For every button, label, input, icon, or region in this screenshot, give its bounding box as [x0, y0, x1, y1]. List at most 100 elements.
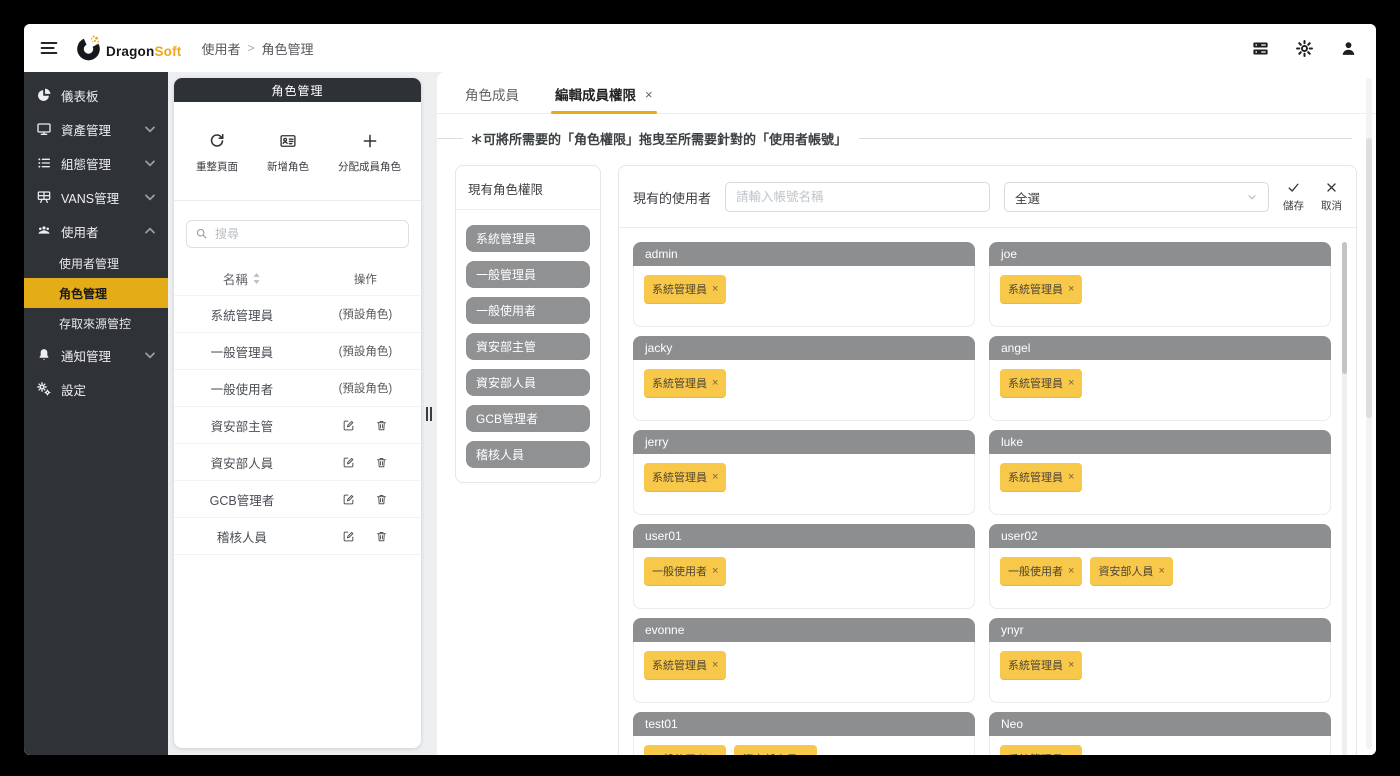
instruction-text: ＊可將所需要的「角色權限」拖曳至所需要針對的「使用者帳號」	[470, 129, 847, 148]
role-tag[interactable]: 系統管理員×	[644, 463, 726, 491]
delete-role-button[interactable]	[375, 419, 388, 432]
tab-role-members[interactable]: 角色成員	[465, 84, 519, 113]
remove-tag-icon[interactable]: ×	[802, 753, 808, 755]
role-chip[interactable]: 資安部人員	[466, 369, 590, 396]
chevron-down-icon	[142, 189, 158, 205]
edit-role-button[interactable]	[342, 456, 355, 469]
user-card-tags: 系統管理員×	[989, 454, 1331, 515]
delete-role-button[interactable]	[375, 493, 388, 506]
gear-icon[interactable]	[1295, 39, 1314, 58]
role-tag[interactable]: 一般使用者×	[1000, 557, 1082, 585]
role-name: GCB管理者	[174, 490, 310, 509]
panel-splitter[interactable]	[421, 72, 437, 755]
user-card: ynyr 系統管理員×	[989, 618, 1331, 703]
remove-tag-icon[interactable]: ×	[1068, 471, 1074, 483]
sidebar-item-dashboard[interactable]: 儀表板	[24, 78, 168, 112]
remove-tag-icon[interactable]: ×	[1068, 753, 1074, 755]
server-stack-icon[interactable]	[1251, 39, 1270, 58]
role-tag[interactable]: 系統管理員×	[644, 275, 726, 303]
remove-tag-icon[interactable]: ×	[712, 377, 718, 389]
panel-scrollbar-thumb[interactable]	[1366, 138, 1372, 418]
user-card-name: angel	[989, 336, 1331, 360]
role-search-input[interactable]	[186, 220, 409, 248]
select-all-dropdown[interactable]: 全選	[1004, 182, 1269, 212]
role-tag[interactable]: 資安部人員×	[734, 745, 816, 755]
refresh-page-button[interactable]: 重整頁面	[196, 132, 238, 174]
user-card: jerry 系統管理員×	[633, 430, 975, 515]
user-profile-icon[interactable]	[1339, 39, 1358, 58]
edit-role-button[interactable]	[342, 419, 355, 432]
role-tag-label: 系統管理員	[1008, 657, 1063, 673]
role-name: 一般管理員	[174, 342, 310, 361]
sidebar-subitem-role-management[interactable]: 角色管理	[24, 278, 168, 308]
remove-tag-icon[interactable]: ×	[712, 565, 718, 577]
remove-tag-icon[interactable]: ×	[712, 283, 718, 295]
user-card-name: jerry	[633, 430, 975, 454]
role-chip[interactable]: 一般管理員	[466, 261, 590, 288]
dropdown-value: 全選	[1015, 188, 1040, 207]
users-icon	[36, 223, 52, 239]
role-tag[interactable]: 資安部人員×	[1090, 557, 1172, 585]
breadcrumb-item-users[interactable]: 使用者	[202, 39, 241, 58]
sort-icon[interactable]	[252, 272, 261, 285]
remove-tag-icon[interactable]: ×	[1158, 565, 1164, 577]
table-row: 稽核人員	[174, 518, 421, 555]
remove-tag-icon[interactable]: ×	[1068, 659, 1074, 671]
menu-icon[interactable]	[38, 37, 60, 59]
role-tag[interactable]: 系統管理員×	[1000, 275, 1082, 303]
sidebar-item-config[interactable]: 組態管理	[24, 146, 168, 180]
role-chip[interactable]: 稽核人員	[466, 441, 590, 468]
sidebar-item-notifications[interactable]: 通知管理	[24, 338, 168, 372]
user-card: Neo 系統管理員×	[989, 712, 1331, 755]
role-tag[interactable]: 一般使用者×	[644, 557, 726, 585]
close-tab-icon[interactable]: ×	[645, 87, 653, 102]
delete-role-button[interactable]	[375, 530, 388, 543]
role-tag[interactable]: 系統管理員 ×	[1000, 651, 1082, 679]
cancel-button[interactable]: 取消	[1321, 181, 1342, 213]
delete-role-button[interactable]	[375, 456, 388, 469]
role-tag[interactable]: 系統管理員×	[1000, 745, 1082, 755]
sidebar-item-vans[interactable]: VANS管理	[24, 180, 168, 214]
dragonsoft-logo[interactable]: DragonSoft	[76, 34, 182, 62]
add-role-button[interactable]: 新增角色	[267, 132, 309, 174]
role-tag-label: 系統管理員	[652, 657, 707, 673]
sidebar-subitem-label: 角色管理	[59, 285, 107, 302]
user-card-name: Neo	[989, 712, 1331, 736]
role-chip[interactable]: 系統管理員	[466, 225, 590, 252]
assign-member-role-button[interactable]: 分配成員角色	[338, 132, 401, 174]
role-chip[interactable]: GCB管理者	[466, 405, 590, 432]
edit-role-button[interactable]	[342, 530, 355, 543]
save-button[interactable]: 儲存	[1283, 181, 1304, 213]
remove-tag-icon[interactable]: ×	[712, 753, 718, 755]
sidebar-subitem-user-management[interactable]: 使用者管理	[24, 248, 168, 278]
panel-scrollbar[interactable]	[1366, 78, 1372, 749]
remove-tag-icon[interactable]: ×	[712, 659, 718, 671]
role-tag[interactable]: 系統管理員×	[644, 369, 726, 397]
remove-tag-icon[interactable]: ×	[1068, 565, 1074, 577]
users-scrollbar[interactable]	[1342, 242, 1347, 755]
role-tag[interactable]: 一般使用者×	[644, 745, 726, 755]
role-tag[interactable]: 系統管理員 ×	[644, 651, 726, 679]
users-scrollbar-thumb[interactable]	[1342, 242, 1347, 374]
main-area: 儀表板 資產管理 組態管理 VANS管理 使用者 使用	[24, 72, 1376, 755]
user-card-name: test01	[633, 712, 975, 736]
account-search-input[interactable]	[725, 182, 990, 212]
role-preset-label: (預設角色)	[310, 380, 421, 396]
sidebar-subitem-access-control[interactable]: 存取來源管控	[24, 308, 168, 338]
remove-tag-icon[interactable]: ×	[1068, 283, 1074, 295]
x-icon	[1325, 181, 1338, 194]
remove-tag-icon[interactable]: ×	[712, 471, 718, 483]
splitter-handle-icon[interactable]	[426, 407, 432, 421]
role-chip[interactable]: 資安部主管	[466, 333, 590, 360]
role-tag[interactable]: 系統管理員×	[1000, 463, 1082, 491]
tab-edit-member-permissions[interactable]: 編輯成員權限 ×	[555, 84, 653, 113]
column-header-name: 名稱	[223, 269, 248, 288]
sidebar-item-settings[interactable]: 設定	[24, 372, 168, 406]
sidebar-item-assets[interactable]: 資產管理	[24, 112, 168, 146]
role-tag[interactable]: 系統管理員×	[1000, 369, 1082, 397]
sidebar-item-users[interactable]: 使用者	[24, 214, 168, 248]
remove-tag-icon[interactable]: ×	[1068, 377, 1074, 389]
user-card-name: joe	[989, 242, 1331, 266]
edit-role-button[interactable]	[342, 493, 355, 506]
role-chip[interactable]: 一般使用者	[466, 297, 590, 324]
